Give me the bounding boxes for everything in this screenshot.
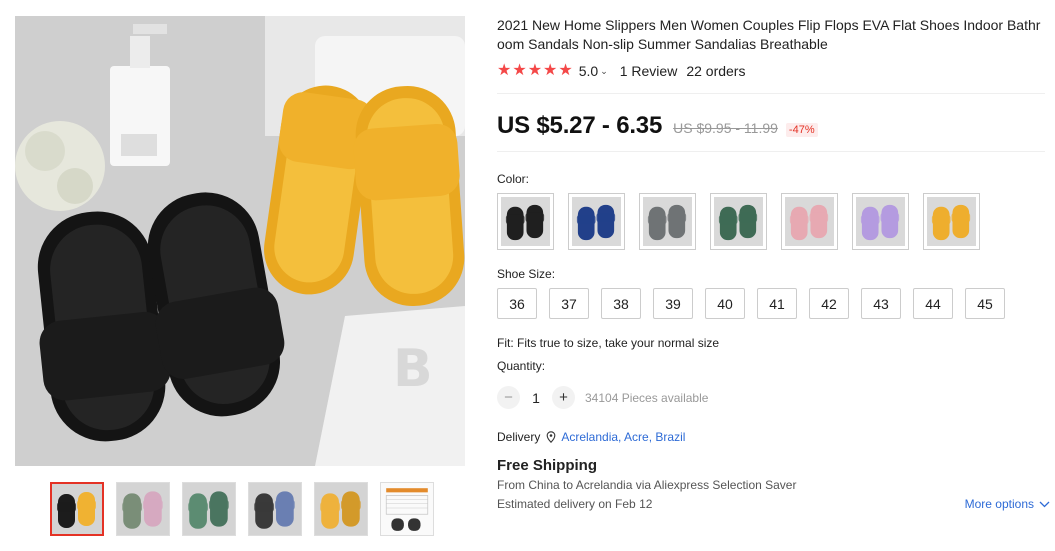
- color-option-blue[interactable]: [568, 193, 625, 250]
- color-option-gray[interactable]: [639, 193, 696, 250]
- size-option-43[interactable]: 43: [861, 288, 901, 319]
- size-option-45[interactable]: 45: [965, 288, 1005, 319]
- size-option-36[interactable]: 36: [497, 288, 537, 319]
- reviews-link[interactable]: 1 Review: [620, 63, 678, 79]
- color-swatch-image: [785, 197, 834, 246]
- magazine-letter: B: [393, 339, 433, 399]
- size-option-41[interactable]: 41: [757, 288, 797, 319]
- size-option-42[interactable]: 42: [809, 288, 849, 319]
- size-option-40[interactable]: 40: [705, 288, 745, 319]
- increase-quantity-button[interactable]: +: [552, 386, 575, 409]
- star-icon: ★: [512, 62, 527, 79]
- size-option-44[interactable]: 44: [913, 288, 953, 319]
- decrease-quantity-button[interactable]: −: [497, 386, 520, 409]
- color-swatch-image: [501, 197, 550, 246]
- rating-score[interactable]: 5.0: [579, 63, 598, 79]
- orders-count: 22 orders: [686, 63, 746, 79]
- thumbnail-mixed[interactable]: [248, 482, 302, 536]
- color-option-black[interactable]: [497, 193, 554, 250]
- star-icon: ★: [558, 62, 573, 79]
- quantity-label: Quantity:: [497, 359, 546, 373]
- price-row: US $5.27 - 6.35 US $9.95 - 11.99 -47%: [497, 112, 1050, 140]
- color-option-purple[interactable]: [852, 193, 909, 250]
- thumbnail-strip: [50, 482, 434, 536]
- color-swatch-image: [643, 197, 692, 246]
- estimated-delivery: Estimated delivery on Feb 12: [497, 497, 653, 511]
- star-rating[interactable]: ★ ★ ★ ★ ★: [497, 63, 573, 79]
- quantity-value[interactable]: 1: [520, 390, 552, 406]
- size-label: Shoe Size:: [497, 267, 556, 281]
- divider: [497, 93, 1045, 94]
- estimate-row: Estimated delivery on Feb 12 More option…: [497, 497, 1050, 511]
- free-shipping-title: Free Shipping: [497, 457, 598, 474]
- chevron-down-icon[interactable]: ⌄: [600, 66, 608, 77]
- thumbnail-pastel-set[interactable]: [116, 482, 170, 536]
- discount-badge: -47%: [785, 123, 818, 137]
- thumbnail-green[interactable]: [182, 482, 236, 536]
- delivery-location-link[interactable]: Acrelandia, Acre, Brazil: [561, 430, 685, 444]
- quantity-stepper: − 1 + 34104 Pieces available: [497, 386, 1050, 409]
- product-info: 2021 New Home Slippers Men Women Couples…: [497, 16, 1050, 511]
- fit-note: Fit: Fits true to size, take your normal…: [497, 336, 720, 350]
- color-swatch-image: [927, 197, 976, 246]
- color-option-green[interactable]: [710, 193, 767, 250]
- size-option-37[interactable]: 37: [549, 288, 589, 319]
- color-swatch-image: [714, 197, 763, 246]
- star-icon: ★: [527, 62, 543, 79]
- color-swatch-image: [572, 197, 621, 246]
- color-swatches: [497, 193, 1050, 250]
- star-icon: ★: [497, 62, 512, 79]
- main-product-image[interactable]: B: [15, 16, 465, 466]
- thumbnail-size-chart[interactable]: [380, 482, 434, 536]
- current-price: US $5.27 - 6.35: [497, 112, 663, 139]
- color-swatch-image: [856, 197, 905, 246]
- more-options-link[interactable]: More options: [965, 497, 1050, 511]
- chevron-down-icon: [1039, 501, 1050, 507]
- color-label: Color:: [497, 172, 530, 186]
- more-options-label: More options: [964, 497, 1034, 511]
- color-option-yellow[interactable]: [923, 193, 980, 250]
- star-icon: ★: [543, 62, 558, 79]
- stock-available: 34104 Pieces available: [585, 390, 709, 405]
- size-option-38[interactable]: 38: [601, 288, 641, 319]
- rating-row: ★ ★ ★ ★ ★ 5.0 ⌄ 1 Review 22 orders: [497, 63, 1050, 80]
- slippers-photo: B: [15, 16, 465, 466]
- divider: [497, 151, 1045, 152]
- delivery-row: Delivery Acrelandia, Acre, Brazil: [497, 430, 1050, 444]
- thumbnail-yellow-pair[interactable]: [314, 482, 368, 536]
- original-price: US $9.95 - 11.99: [673, 120, 778, 136]
- color-option-pink[interactable]: [781, 193, 838, 250]
- size-options: 36 37 38 39 40 41 42 43 44 45: [497, 288, 1050, 319]
- shipping-route: From China to Acrelandia via Aliexpress …: [497, 478, 797, 492]
- delivery-label: Delivery: [497, 430, 541, 444]
- size-option-39[interactable]: 39: [653, 288, 693, 319]
- product-title: 2021 New Home Slippers Men Women Couples…: [497, 17, 1041, 52]
- thumbnail-black-yellow[interactable]: [50, 482, 104, 536]
- location-pin-icon: [546, 431, 556, 443]
